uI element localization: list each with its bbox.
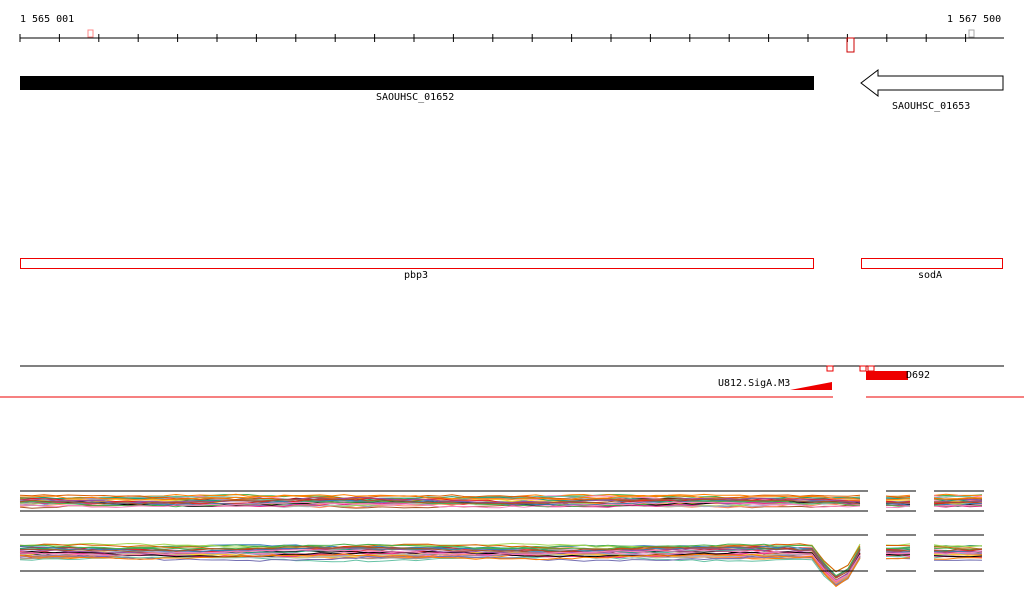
genome-browser-view: 1 565 001 1 567 500 SAOUHSC_01652 SAOUHS…	[0, 0, 1024, 611]
expression-lane-upper	[19, 490, 984, 512]
expression-line	[933, 557, 983, 560]
expression-profile-panel	[19, 490, 984, 588]
expression-line	[885, 555, 911, 559]
expression-line	[885, 549, 911, 552]
expression-lane-lower	[19, 534, 984, 588]
